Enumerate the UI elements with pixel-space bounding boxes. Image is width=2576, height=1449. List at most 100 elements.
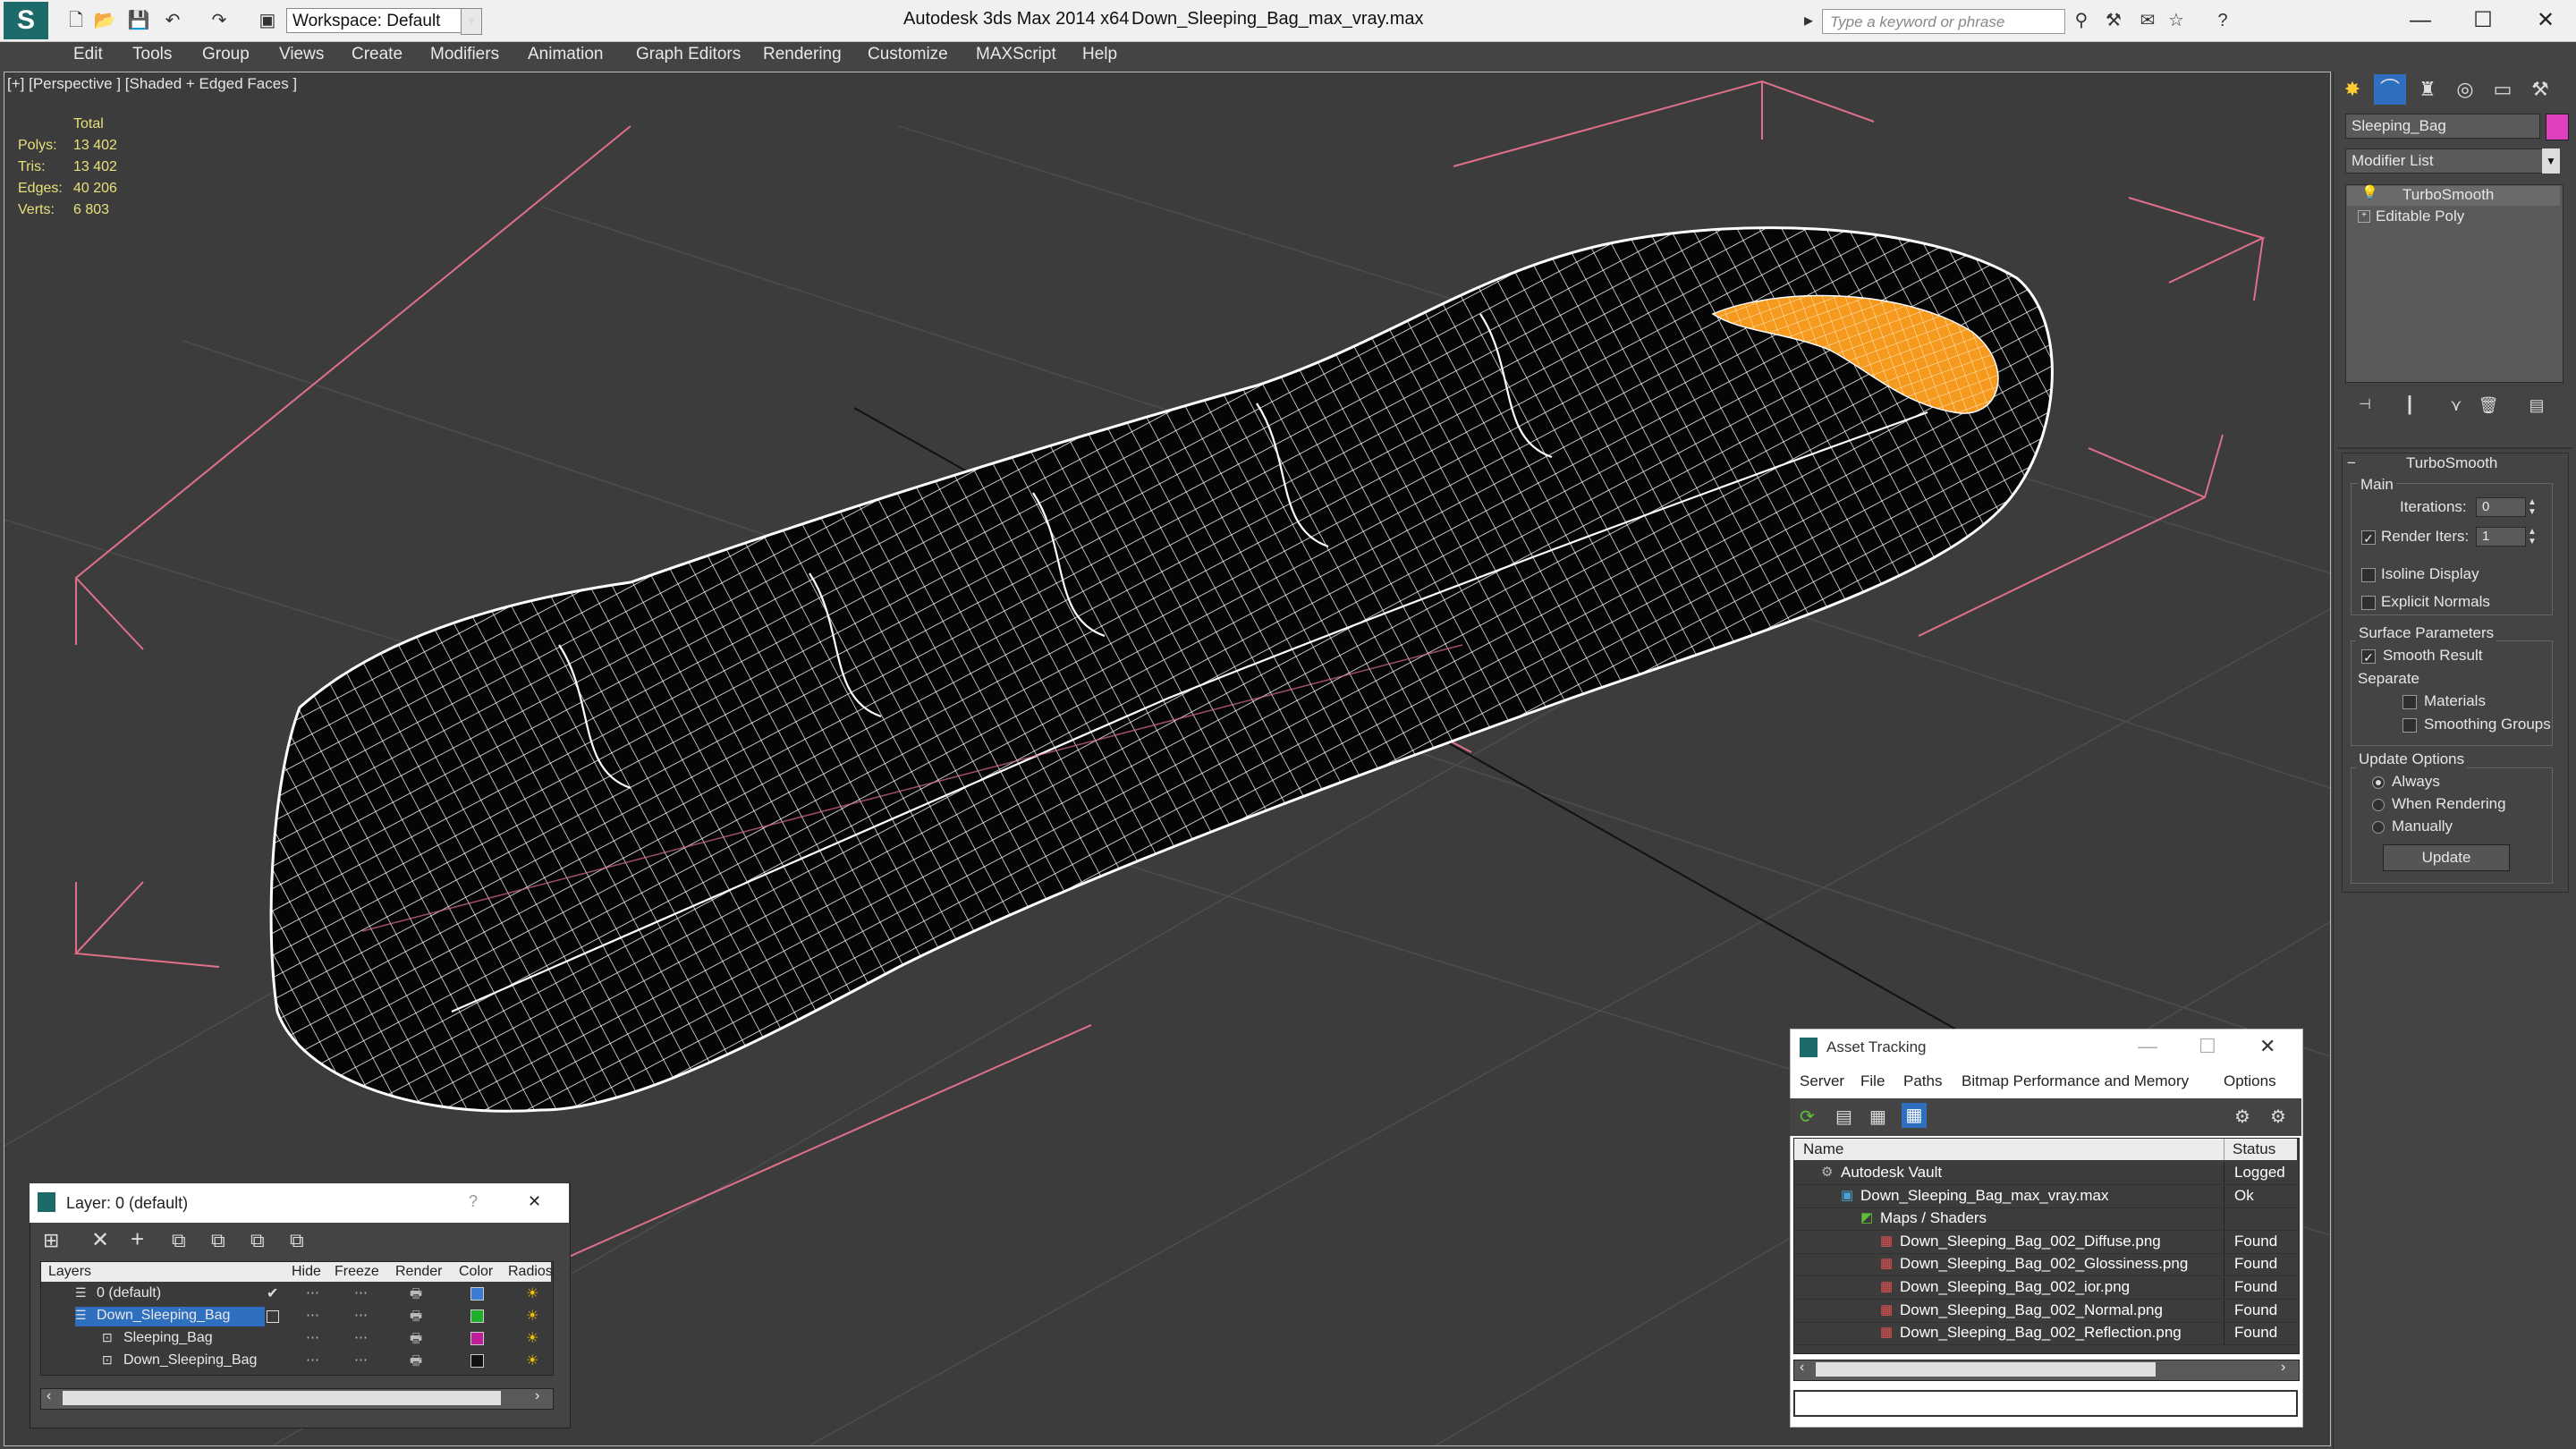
modifier-list-dropdown[interactable]: Modifier List	[2345, 148, 2560, 174]
materials-checkbox[interactable]	[2402, 695, 2417, 709]
maximize-button[interactable]: ☐	[2199, 1035, 2216, 1058]
column-header-radiosity[interactable]: Radios	[508, 1264, 553, 1280]
scroll-right-icon[interactable]: ›	[535, 1388, 539, 1404]
favorites-star-icon[interactable]: ☆	[2165, 10, 2188, 31]
close-button[interactable]: ✕	[528, 1192, 541, 1211]
rollout-title[interactable]: TurboSmooth	[2406, 454, 2497, 472]
menu-rendering[interactable]: Rendering	[763, 45, 842, 64]
close-button[interactable]: ✕	[2519, 4, 2572, 38]
layer-color-swatch[interactable]	[470, 1354, 484, 1368]
object-name-field[interactable]: Sleeping_Bag	[2345, 114, 2540, 139]
open-file-icon[interactable]: 📂	[93, 10, 116, 31]
help-button[interactable]: ?	[469, 1192, 478, 1211]
configure-sets-icon[interactable]: ▤	[2521, 390, 2553, 420]
column-header-layers[interactable]: Layers	[48, 1264, 91, 1280]
freeze-toggle-icon[interactable]: ⋯	[354, 1307, 368, 1323]
asset-row[interactable]: ▦ Down_Sleeping_Bag_002_Glossiness.png Fou…	[1794, 1254, 2297, 1277]
smooth-result-checkbox[interactable]: ✓	[2361, 649, 2376, 665]
freeze-toggle-icon[interactable]: ⋯	[354, 1284, 368, 1301]
column-header-render[interactable]: Render	[395, 1264, 442, 1280]
asset-row[interactable]: ▦ Down_Sleeping_Bag_002_Normal.png Found	[1794, 1300, 2297, 1323]
hide-toggle-icon[interactable]: ⋯	[306, 1352, 319, 1368]
expand-plus-icon[interactable]: +	[2358, 210, 2370, 223]
layer-row[interactable]: ⊡ Sleeping_Bag ⋯ ⋯ 🖶 ☀	[41, 1329, 551, 1351]
layer-row[interactable]: ☰ 0 (default) ✔ ⋯ ⋯ 🖶 ☀	[41, 1284, 551, 1306]
asset-menu-server[interactable]: Server	[1800, 1072, 1844, 1090]
layer-color-swatch[interactable]	[470, 1287, 484, 1301]
app-logo-icon[interactable]: S	[4, 2, 48, 39]
column-header-name[interactable]: Name	[1803, 1140, 1843, 1158]
asset-menu-bitmap[interactable]: Bitmap Performance and Memory	[1962, 1072, 2189, 1090]
freeze-toggle-icon[interactable]: ⋯	[354, 1352, 368, 1368]
column-header-hide[interactable]: Hide	[292, 1264, 321, 1280]
menu-maxscript[interactable]: MAXScript	[976, 45, 1056, 64]
column-header-freeze[interactable]: Freeze	[335, 1264, 379, 1280]
utilities-tab-icon[interactable]: ⚒	[2524, 74, 2556, 105]
explicit-normals-checkbox[interactable]	[2361, 596, 2376, 610]
refresh-icon[interactable]: ⟳	[1800, 1106, 1815, 1128]
asset-menu-options[interactable]: Options	[2224, 1072, 2276, 1090]
menu-edit[interactable]: Edit	[73, 45, 103, 64]
manually-radio[interactable]	[2372, 821, 2385, 834]
menu-modifiers[interactable]: Modifiers	[430, 45, 499, 64]
highlight-layer-icon[interactable]: ⧉	[211, 1229, 225, 1252]
subscription-icon[interactable]: ⚒	[2102, 10, 2125, 31]
remove-modifier-icon[interactable]: 🗑	[2472, 390, 2504, 420]
radiosity-icon[interactable]: ☀	[526, 1329, 538, 1347]
asset-row[interactable]: ▦ Down_Sleeping_Bag_002_Reflection.png Fou…	[1794, 1323, 2297, 1346]
column-header-color[interactable]: Color	[459, 1264, 493, 1280]
radiosity-icon[interactable]: ☀	[526, 1307, 538, 1325]
lightbulb-icon[interactable]: 💡	[2361, 184, 2378, 200]
menu-customize[interactable]: Customize	[868, 45, 948, 64]
close-button[interactable]: ✕	[2259, 1035, 2275, 1058]
vault-settings-icon[interactable]: ⚙	[2270, 1106, 2286, 1128]
hide-toggle-icon[interactable]: ⋯	[306, 1284, 319, 1301]
menu-animation[interactable]: Animation	[528, 45, 604, 64]
layer-name-cell[interactable]: ⊡ Sleeping_Bag	[102, 1329, 265, 1349]
render-iters-spinner[interactable]: 1	[2476, 527, 2526, 547]
layer-name-cell[interactable]: ☰ 0 (default)	[75, 1284, 265, 1304]
communication-icon[interactable]: ✉	[2136, 10, 2159, 31]
delete-layer-icon[interactable]: ✕	[91, 1227, 109, 1253]
hide-toggle-icon[interactable]: ⋯	[306, 1329, 319, 1345]
scroll-right-icon[interactable]: ›	[2281, 1360, 2285, 1376]
render-toggle-icon[interactable]: 🖶	[410, 1307, 422, 1329]
when-rendering-radio[interactable]	[2372, 799, 2385, 811]
binoculars-icon[interactable]: ⚲	[2070, 10, 2093, 31]
active-layer-check-icon[interactable]: ✔	[267, 1284, 278, 1302]
chevron-down-icon[interactable]: ▼	[461, 8, 482, 35]
scroll-left-icon[interactable]: ‹	[47, 1388, 51, 1404]
asset-menu-file[interactable]: File	[1860, 1072, 1885, 1090]
stack-item-editable-poly[interactable]: Editable Poly	[2376, 208, 2464, 225]
current-layer-toggle-icon[interactable]	[267, 1310, 279, 1323]
update-button[interactable]: Update	[2383, 844, 2510, 871]
vault-help-icon[interactable]: ⚙	[2234, 1106, 2250, 1128]
workspace-dropdown[interactable]: Workspace: Default	[286, 8, 481, 33]
scroll-left-icon[interactable]: ‹	[1800, 1360, 1804, 1376]
asset-row[interactable]: ▦ Down_Sleeping_Bag_002_Diffuse.png Found	[1794, 1231, 2297, 1254]
menu-help[interactable]: Help	[1082, 45, 1117, 64]
search-input[interactable]: Type a keyword or phrase	[1822, 9, 2065, 34]
layer-row[interactable]: ☰ Down_Sleeping_Bag ⋯ ⋯ 🖶 ☀	[41, 1307, 551, 1328]
freeze-toggle-icon[interactable]: ⋯	[354, 1329, 368, 1345]
render-iters-checkbox[interactable]: ✓	[2361, 530, 2376, 546]
motion-tab-icon[interactable]: ◎	[2449, 74, 2481, 105]
menu-tools[interactable]: Tools	[132, 45, 172, 64]
help-icon[interactable]: ?	[2211, 10, 2234, 31]
asset-menu-paths[interactable]: Paths	[1903, 1072, 1942, 1090]
show-end-result-icon[interactable]: ┃	[2394, 390, 2426, 420]
rollout-collapse-icon[interactable]: −	[2347, 454, 2356, 472]
asset-row[interactable]: ◩ Maps / Shaders	[1794, 1208, 2297, 1232]
asset-row[interactable]: ⚙ Autodesk Vault Logged	[1794, 1163, 2297, 1185]
table-view-icon[interactable]: ▦	[1902, 1103, 1927, 1128]
expand-search-icon[interactable]: ▸	[1800, 10, 1818, 31]
menu-group[interactable]: Group	[202, 45, 250, 64]
layer-row[interactable]: ⊡ Down_Sleeping_Bag ⋯ ⋯ 🖶 ☀	[41, 1352, 551, 1373]
thumbnail-view-icon[interactable]: ▦	[1869, 1106, 1886, 1128]
asset-row[interactable]: ▣ Down_Sleeping_Bag_max_vray.max Ok	[1794, 1185, 2297, 1208]
display-tab-icon[interactable]: ▭	[2487, 74, 2519, 105]
column-header-status[interactable]: Status	[2233, 1140, 2275, 1158]
minimize-button[interactable]: —	[2138, 1035, 2157, 1058]
viewport-label[interactable]: [+] [Perspective ] [Shaded + Edged Faces…	[7, 75, 297, 93]
add-to-layer-icon[interactable]: +	[131, 1225, 144, 1253]
